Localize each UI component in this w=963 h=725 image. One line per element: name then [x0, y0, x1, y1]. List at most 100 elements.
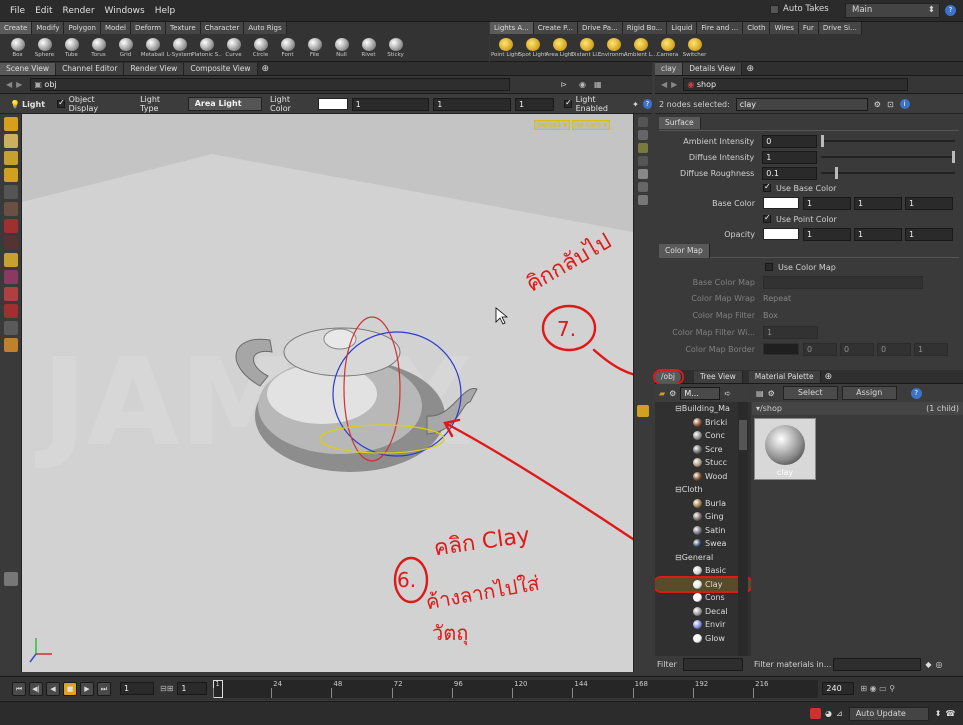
opacity-swatch[interactable] [763, 228, 799, 240]
collapse-icon[interactable]: ⊟ [675, 404, 682, 413]
shelf-tool-left-12[interactable]: Null [328, 38, 355, 58]
tab-color-map[interactable]: Color Map [659, 244, 710, 258]
tab-details-view[interactable]: Details View [683, 62, 743, 75]
display-layout-icon[interactable] [637, 405, 649, 417]
cook-icon[interactable]: ◕ [825, 709, 832, 718]
base-color-r[interactable]: 1 [803, 196, 851, 210]
shelf-tool-right-7[interactable]: Switcher [681, 38, 708, 58]
display-shaded-icon[interactable] [638, 130, 648, 140]
palette-help-icon[interactable]: ? [910, 387, 922, 399]
viewer-help-icon[interactable]: ? [642, 99, 652, 109]
camera-tool-icon[interactable] [3, 572, 18, 586]
base-color-map-field[interactable] [763, 275, 923, 289]
back-arrow-icon[interactable]: ◀ [6, 80, 12, 89]
current-frame-field[interactable]: 1 [120, 682, 154, 695]
light-color-g[interactable]: 1 [433, 97, 512, 111]
shelf-tool-left-4[interactable]: Grid [112, 38, 139, 58]
color-map-filter-width-field[interactable]: 1 [763, 325, 818, 339]
palette-zoom-icon[interactable]: ◎ [936, 660, 943, 669]
roughness-slider[interactable] [820, 167, 955, 179]
use-color-map-checkbox[interactable] [765, 263, 773, 271]
node-name-field[interactable]: clay [735, 97, 868, 111]
diffuse-slider[interactable] [820, 151, 955, 163]
tree-material-item[interactable]: Burla [655, 497, 751, 511]
status-settings-icon[interactable]: ☎ [945, 709, 955, 718]
shelf-tool-left-9[interactable]: Circle [247, 38, 274, 58]
shelf-tool-left-0[interactable]: Box [4, 38, 31, 58]
shelf-tab-left-5[interactable]: Texture [166, 22, 201, 34]
shelf-tab-right-8[interactable]: Fur [798, 22, 819, 34]
params-path-field[interactable]: ◉ shop [683, 78, 909, 91]
pose-tool-icon[interactable] [3, 185, 18, 199]
tab-tree-view[interactable]: Tree View [693, 370, 743, 383]
shelf-tab-left-6[interactable]: Character [200, 22, 245, 34]
shelf-tab-left-3[interactable]: Model [100, 22, 132, 34]
collapse-icon[interactable]: ⊟ [675, 485, 682, 494]
tree-material-item[interactable]: Basic [655, 564, 751, 578]
shelf-tab-left-1[interactable]: Modify [32, 22, 65, 34]
tree-material-item[interactable]: Satin [655, 524, 751, 538]
shelf-tool-right-6[interactable]: Camera [654, 38, 681, 58]
clay-material-thumbnail[interactable]: clay [754, 418, 816, 480]
display-points-icon[interactable] [638, 143, 648, 153]
shelf-tab-right-5[interactable]: Fire and ... [697, 22, 744, 34]
display-ghost-icon[interactable] [638, 169, 648, 179]
display-grid-icon[interactable] [638, 182, 648, 192]
add-params-tab-icon[interactable]: ⊕ [746, 64, 754, 74]
folder-icon[interactable]: ▰ [659, 389, 665, 398]
add-tab-icon[interactable]: ⊕ [262, 64, 270, 74]
tree-material-item[interactable]: Ging [655, 510, 751, 524]
menu-edit[interactable]: Edit [35, 6, 52, 16]
tree-material-item[interactable]: Glow [655, 632, 751, 646]
border-g[interactable]: 0 [840, 342, 874, 356]
gear-icon[interactable]: ⚙ [874, 100, 881, 109]
base-color-g[interactable]: 1 [854, 196, 902, 210]
tab-surface[interactable]: Surface [659, 117, 701, 129]
step-back-button[interactable]: ◀| [29, 681, 43, 696]
shelf-tool-left-14[interactable]: Sticky [382, 38, 409, 58]
palette-view-icon[interactable]: ◆ [925, 660, 931, 669]
light-color-r[interactable]: 1 [351, 97, 430, 111]
tree-scrollbar[interactable] [738, 402, 748, 656]
shelf-tab-right-1[interactable]: Create P... [533, 22, 578, 34]
error-icon[interactable] [810, 708, 821, 719]
handle-tool-icon[interactable] [3, 202, 18, 216]
pin-icon[interactable]: ⊳ [560, 80, 567, 89]
tree-material-item[interactable]: Envir [655, 618, 751, 632]
menu-help[interactable]: Help [155, 6, 176, 16]
tree-material-item[interactable]: Wood [655, 470, 751, 484]
tree-scrollbar-thumb[interactable] [739, 420, 747, 450]
shelf-tab-left-4[interactable]: Deform [131, 22, 167, 34]
start-frame-field[interactable]: 1 [177, 682, 208, 695]
shelf-tool-left-6[interactable]: L-System [166, 38, 193, 58]
status-arrow-icon[interactable]: ⬍ [935, 709, 942, 718]
add-bottom-tab-icon[interactable]: ⊕ [825, 372, 833, 382]
shelf-tool-right-0[interactable]: Point Light [491, 38, 520, 58]
scale-tool-icon[interactable] [3, 168, 18, 182]
ambient-field[interactable]: 0 [762, 134, 817, 148]
menu-windows[interactable]: Windows [105, 6, 145, 16]
shelf-tab-right-0[interactable]: Lights A... [490, 22, 534, 34]
shelf-tab-right-3[interactable]: Rigid Bo... [622, 22, 668, 34]
tab-composite-view[interactable]: Composite View [184, 62, 258, 75]
tab-render-view[interactable]: Render View [124, 62, 185, 75]
auto-takes-checkbox[interactable] [770, 4, 779, 14]
help-icon[interactable]: ? [945, 5, 956, 16]
shelf-tool-left-8[interactable]: Curve [220, 38, 247, 58]
shelf-tool-right-3[interactable]: Distant Li... [571, 38, 602, 58]
params-back-icon[interactable]: ◀ [661, 80, 667, 89]
shelf-tool-left-3[interactable]: Torus [85, 38, 112, 58]
display-wire-icon[interactable] [638, 117, 648, 127]
tree-gear-icon[interactable]: ⚙ [669, 389, 676, 398]
select-button[interactable]: Select [782, 386, 838, 400]
color-map-wrap-select[interactable]: Repeat [763, 294, 813, 303]
tree-material-item[interactable]: Conc [655, 429, 751, 443]
perf-icon[interactable]: ⊿ [836, 709, 843, 718]
play-button[interactable]: ▶ [80, 681, 94, 696]
view-tool-icon[interactable] [3, 253, 18, 267]
tree-material-item[interactable]: Swea [655, 537, 751, 551]
tab-scene-view[interactable]: Scene View [0, 62, 57, 75]
jump-end-button[interactable]: ⏭ [97, 681, 111, 696]
border-b[interactable]: 0 [877, 342, 911, 356]
shelf-tool-right-5[interactable]: Ambient L... [624, 38, 657, 58]
